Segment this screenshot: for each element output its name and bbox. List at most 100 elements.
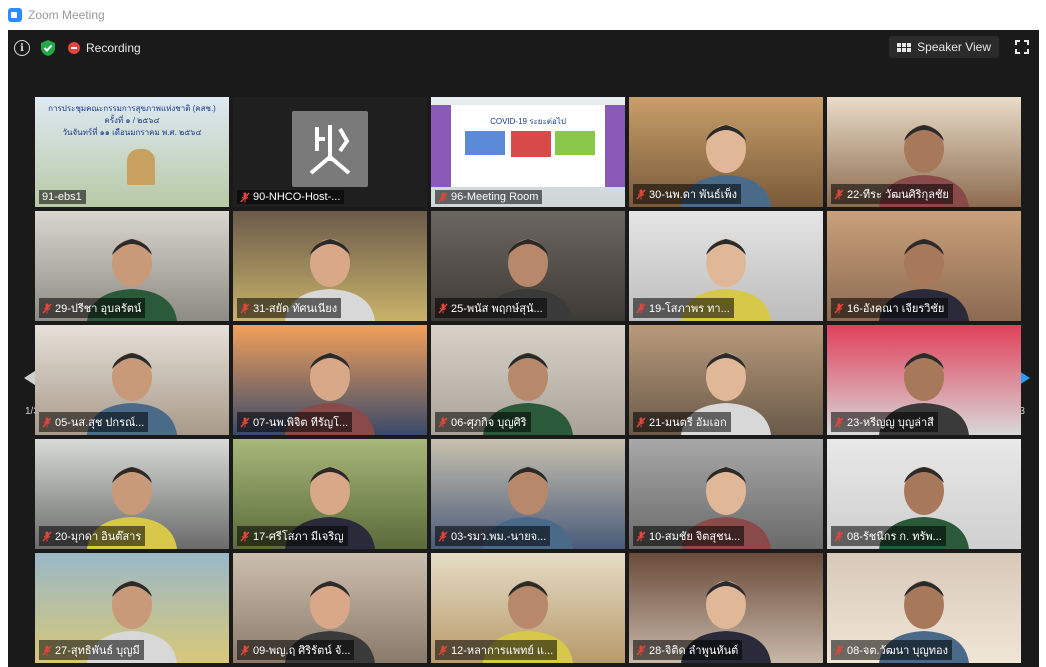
participant-tile[interactable]: 12-หลาการแพทย์ แ... [431,553,625,663]
participant-name: 25-พนัส พฤกษ์สุนั... [451,303,543,315]
meeting-banner-line: ครั้งที่ ๑ / ๒๕๖๔ [104,116,160,125]
speaker-view-label: Speaker View [917,40,991,54]
muted-mic-icon [438,645,448,655]
participant-name: 17-ศรีโสภา มีเจริญ [253,531,344,543]
participant-tile[interactable]: การประชุมคณะกรรมการสุขภาพแห่งชาติ (คสช.)… [35,97,229,207]
participant-name-tag: 08-จต.วัฒนา บุญทอง [831,640,952,660]
participant-name: 06-ศุภกิจ บุญศิริ [451,417,527,429]
participant-name-tag: 06-ศุภกิจ บุญศิริ [435,412,531,432]
muted-mic-icon [636,303,646,313]
participant-name-tag: 31-สยัด ทัศนเนียง [237,298,342,318]
participant-tile[interactable]: 17-ศรีโสภา มีเจริญ [233,439,427,549]
participant-tile[interactable]: 22-ทีระ วัฒนศิริกุลชัย [827,97,1021,207]
participant-name: 96-Meeting Room [451,191,539,203]
muted-mic-icon [42,531,52,541]
participant-tile[interactable]: 23-หรีญญ บุญล่าสี [827,325,1021,435]
participant-name: 12-หลาการแพทย์ แ... [451,645,554,657]
participant-name-tag: 03-รมว.พม.-นายจ... [435,526,551,546]
participant-name-tag: 30-นพ.ดา พันธ์เพ็ง [633,184,741,204]
participant-name: 08-รัชนีกร ก. ทรัพ... [847,531,942,543]
participant-name: 28-จิติด ลำพูนหันต์ [649,645,739,657]
muted-mic-icon [42,645,52,655]
participant-name: 20-มุกดา อินต๊สาร [55,531,142,543]
speaker-view-icon [897,42,912,52]
speaker-figure [127,149,155,185]
organization-logo-icon [292,111,368,187]
participant-tile[interactable]: 30-นพ.ดา พันธ์เพ็ง [629,97,823,207]
participant-tile[interactable]: 09-พญ.ฤ ศิริรัตน์ จั... [233,553,427,663]
muted-mic-icon [438,303,448,313]
participant-tile[interactable]: 08-จต.วัฒนา บุญทอง [827,553,1021,663]
meeting-stage: i Recording Speaker View 1/3 1/3 การประช… [8,30,1039,667]
muted-mic-icon [240,531,250,541]
slide-sidebar [605,105,625,187]
participant-name-tag: 09-พญ.ฤ ศิริรัตน์ จั... [237,640,355,660]
muted-mic-icon [636,531,646,541]
muted-mic-icon [834,303,844,313]
muted-mic-icon [636,417,646,427]
participant-name: 10-สมชัย จิตสุชน... [649,531,741,543]
participant-name: 21-มนตรี อัมเอก [649,417,727,429]
participant-tile[interactable]: 20-มุกดา อินต๊สาร [35,439,229,549]
participant-name-tag: 21-มนตรี อัมเอก [633,412,731,432]
muted-mic-icon [240,417,250,427]
slide-sidebar [431,105,451,187]
participant-name-tag: 20-มุกดา อินต๊สาร [39,526,146,546]
recording-icon[interactable] [68,42,80,54]
participant-tile[interactable]: 10-สมชัย จิตสุชน... [629,439,823,549]
slide-block [555,131,595,155]
participant-name: 22-ทีระ วัฒนศิริกุลชัย [847,189,949,201]
muted-mic-icon [636,645,646,655]
meeting-topbar: i Recording [8,30,1039,66]
muted-mic-icon [438,192,448,202]
presentation-slide: COVID-19 ระยะต่อไป [451,105,605,187]
participant-name-tag: 23-หรีญญ บุญล่าสี [831,412,938,432]
participant-name-tag: 90-NHCO-Host-... [237,190,345,204]
participant-tile[interactable]: 03-รมว.พม.-นายจ... [431,439,625,549]
participant-tile[interactable]: 90-NHCO-Host-... [233,97,427,207]
participant-tile[interactable]: 29-ปรีชา อุบลรัตน์ [35,211,229,321]
muted-mic-icon [636,189,646,199]
participant-name: 03-รมว.พม.-นายจ... [451,531,547,543]
participant-name-tag: 07-นพ.พิจิต ทีรัญโ... [237,412,353,432]
participant-tile[interactable]: 08-รัชนีกร ก. ทรัพ... [827,439,1021,549]
participant-tile[interactable]: 21-มนตรี อัมเอก [629,325,823,435]
participant-name: 91-ebs1 [42,191,82,203]
participant-name-tag: 22-ทีระ วัฒนศิริกุลชัย [831,184,953,204]
participant-tile[interactable]: COVID-19 ระยะต่อไป 96-Meeting Room [431,97,625,207]
meeting-banner-line: วันจันทร์ที่ ๑๑ เดือนมกราคม พ.ศ. ๒๕๖๔ [62,128,202,137]
participant-tile[interactable]: 31-สยัด ทัศนเนียง [233,211,427,321]
window-title: Zoom Meeting [28,8,105,22]
slide-heading: COVID-19 ระยะต่อไป [490,117,566,126]
participant-tile[interactable]: 19-โสภาพร ทา... [629,211,823,321]
participant-tile[interactable]: 07-นพ.พิจิต ทีรัญโ... [233,325,427,435]
participant-name: 08-จต.วัฒนา บุญทอง [847,645,948,657]
participant-tile[interactable]: 06-ศุภกิจ บุญศิริ [431,325,625,435]
info-icon[interactable]: i [14,40,30,56]
participant-name-tag: 10-สมชัย จิตสุชน... [633,526,745,546]
participant-name: 23-หรีญญ บุญล่าสี [847,417,934,429]
participant-name: 09-พญ.ฤ ศิริรัตน์ จั... [253,645,351,657]
participant-name: 31-สยัด ทัศนเนียง [253,303,338,315]
muted-mic-icon [834,417,844,427]
muted-mic-icon [240,192,250,202]
recording-label: Recording [86,41,141,55]
shield-icon[interactable] [40,39,56,57]
muted-mic-icon [834,645,844,655]
participant-tile[interactable]: 05-นส.สุช ปกรณ์... [35,325,229,435]
participant-tile[interactable]: 16-อังคณา เจียรวิชัย [827,211,1021,321]
slide-block [465,131,505,155]
participant-name: 07-นพ.พิจิต ทีรัญโ... [253,417,349,429]
fullscreen-icon[interactable] [1015,40,1029,54]
participant-name-tag: 05-นส.สุช ปกรณ์... [39,412,149,432]
muted-mic-icon [42,417,52,427]
participant-name-tag: 27-สุทธิพันธ์ บุญมี [39,640,144,660]
participant-name: 27-สุทธิพันธ์ บุญมี [55,645,140,657]
participant-name-tag: 96-Meeting Room [435,190,543,204]
participant-tile[interactable]: 28-จิติด ลำพูนหันต์ [629,553,823,663]
participant-tile[interactable]: 25-พนัส พฤกษ์สุนั... [431,211,625,321]
speaker-view-button[interactable]: Speaker View [889,36,999,58]
muted-mic-icon [438,531,448,541]
participant-tile[interactable]: 27-สุทธิพันธ์ บุญมี [35,553,229,663]
participant-name: 90-NHCO-Host-... [253,191,341,203]
